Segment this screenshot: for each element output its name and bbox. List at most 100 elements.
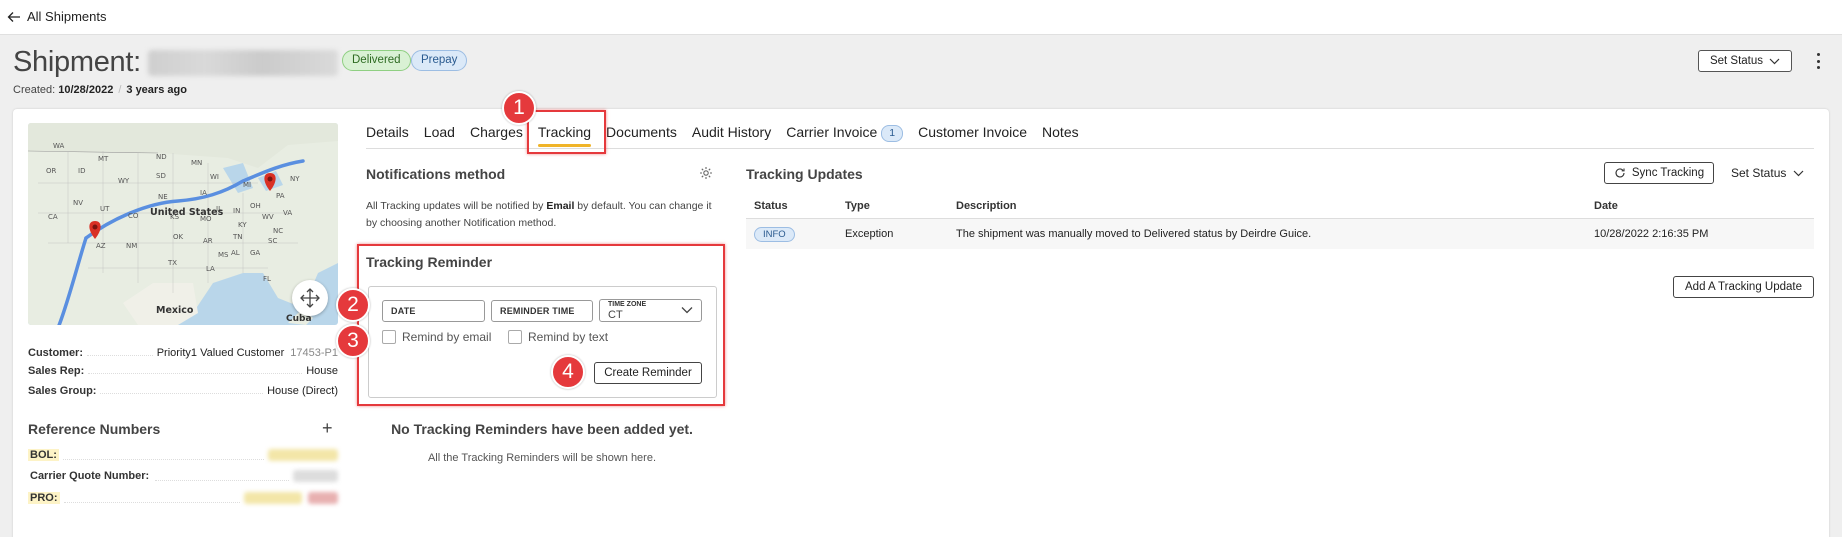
arrow-left-icon (7, 11, 20, 22)
map-state-ga: GA (250, 249, 260, 257)
move-arrows-icon (300, 288, 320, 308)
status-badge-info: INFO (754, 226, 795, 242)
map-state-ca: CA (48, 213, 58, 221)
tracking-updates-table: Status Type Description Date INFO Except… (746, 193, 1814, 249)
gear-icon[interactable] (699, 166, 713, 180)
more-options-icon[interactable] (1814, 51, 1822, 71)
tab-customer-invoice[interactable]: Customer Invoice (918, 121, 1027, 149)
tab-carrier-invoice-label: Carrier Invoice (786, 124, 878, 140)
created-relative: 3 years ago (126, 84, 187, 96)
reminder-time-input[interactable]: REMINDER TIME (491, 300, 593, 322)
set-status-button[interactable]: Set Status (1698, 50, 1792, 72)
map-state-mt: MT (98, 155, 109, 163)
map-state-or: OR (46, 167, 57, 175)
sales-rep-label: Sales Rep: (28, 365, 85, 377)
empty-reminders-title: No Tracking Reminders have been added ye… (391, 421, 693, 437)
checkbox-box[interactable] (382, 330, 396, 344)
reference-numbers-title: Reference Numbers (28, 421, 161, 437)
map-state-ut: UT (100, 205, 110, 213)
map-state-nv: NV (73, 199, 83, 207)
map-state-al: AL (231, 249, 240, 257)
add-reference-button[interactable]: + (322, 418, 333, 439)
checkbox-box[interactable] (508, 330, 522, 344)
map-state-wa: WA (53, 142, 65, 150)
row-description-cell: The shipment was manually moved to Deliv… (956, 228, 1312, 240)
sync-tracking-button[interactable]: Sync Tracking (1604, 162, 1714, 184)
shipment-id-redacted (148, 50, 338, 76)
map-state-wy: WY (118, 177, 130, 185)
row-type-cell: Exception (845, 228, 894, 240)
sales-rep-row: Sales Rep: House (28, 359, 338, 377)
create-reminder-button[interactable]: Create Reminder (594, 362, 702, 384)
tab-charges[interactable]: Charges (470, 121, 523, 149)
page-title: Shipment: (13, 46, 141, 78)
customer-value[interactable]: Priority1 Valued Customer (157, 347, 285, 359)
notif-desc-text-1: All Tracking updates will be notified by (366, 200, 547, 212)
time-zone-select[interactable]: TIME ZONE CT (599, 299, 702, 322)
map-state-ok: OK (173, 233, 184, 241)
sales-group-value: House (Direct) (267, 385, 338, 397)
map-state-nd: ND (156, 153, 167, 161)
chevron-down-icon (1769, 58, 1780, 64)
notifications-method-title: Notifications method (366, 166, 506, 182)
row-date-cell: 10/28/2022 2:16:35 PM (1594, 228, 1709, 240)
add-tracking-update-button[interactable]: Add A Tracking Update (1673, 276, 1814, 298)
status-badge-prepay: Prepay (411, 50, 468, 71)
map-state-pa: PA (276, 192, 285, 200)
annotation-step-3: 3 (336, 324, 370, 358)
tracking-updates-title: Tracking Updates (746, 166, 863, 182)
column-header-type[interactable]: Type (845, 200, 956, 212)
sales-rep-value: House (306, 365, 338, 377)
tab-documents[interactable]: Documents (606, 121, 677, 149)
status-badge-delivered: Delivered (342, 50, 411, 71)
tab-details[interactable]: Details (366, 121, 409, 149)
customer-id: 17453-P1 (290, 347, 338, 359)
map-state-az: AZ (96, 242, 106, 250)
remind-by-text-checkbox[interactable]: Remind by text (508, 330, 608, 344)
tabs-divider (366, 148, 1814, 149)
map-state-nm: NM (126, 242, 137, 250)
remind-by-email-checkbox[interactable]: Remind by email (382, 330, 491, 344)
tab-tracking[interactable]: Tracking (537, 121, 592, 149)
map-label-us: United States (150, 207, 224, 218)
map-state-ne: NE (158, 193, 168, 201)
map-state-tx: TX (167, 259, 177, 267)
tracking-reminder-title: Tracking Reminder (366, 254, 493, 270)
map-state-wv: WV (262, 213, 274, 221)
map-state-sc: SC (268, 237, 277, 245)
map-state-fl: FL (263, 275, 271, 283)
row-status-cell: INFO (746, 226, 845, 242)
tab-notes[interactable]: Notes (1042, 121, 1079, 149)
set-status-dropdown[interactable]: Set Status (1731, 166, 1804, 180)
map-state-va: VA (283, 209, 292, 217)
tab-audit-history[interactable]: Audit History (692, 121, 771, 149)
chevron-down-icon (681, 307, 693, 314)
map-state-ny: NY (290, 175, 300, 183)
table-row[interactable]: INFO Exception The shipment was manually… (746, 219, 1814, 249)
map-state-ia: IA (200, 189, 207, 197)
map-state-la: LA (206, 265, 215, 273)
bol-row: BOL: (28, 446, 338, 464)
back-link-label: All Shipments (27, 9, 107, 24)
empty-reminders-description: All the Tracking Reminders will be shown… (427, 452, 657, 464)
tab-carrier-invoice[interactable]: Carrier Invoice 1 (786, 121, 904, 149)
time-zone-value: CT (608, 309, 623, 321)
column-header-description[interactable]: Description (956, 200, 1594, 212)
map-expand-button[interactable] (292, 280, 328, 316)
carrier-quote-row: Carrier Quote Number: (28, 467, 338, 485)
column-header-date[interactable]: Date (1594, 200, 1814, 212)
map-state-sd: SD (156, 172, 166, 180)
map-state-ar: AR (203, 237, 213, 245)
date-input[interactable]: DATE (382, 300, 485, 322)
map-state-mn: MN (191, 159, 202, 167)
column-header-status[interactable]: Status (746, 200, 845, 212)
map-state-wi: WI (210, 173, 219, 181)
tab-load[interactable]: Load (424, 121, 455, 149)
annotation-step-4: 4 (551, 355, 585, 389)
sync-icon (1615, 168, 1625, 178)
pro-value-redacted (244, 492, 302, 504)
back-to-all-shipments-link[interactable]: All Shipments (7, 9, 106, 24)
carrier-invoice-count-badge: 1 (881, 125, 904, 142)
customer-label: Customer: (28, 347, 84, 359)
bol-value-redacted (268, 449, 338, 461)
